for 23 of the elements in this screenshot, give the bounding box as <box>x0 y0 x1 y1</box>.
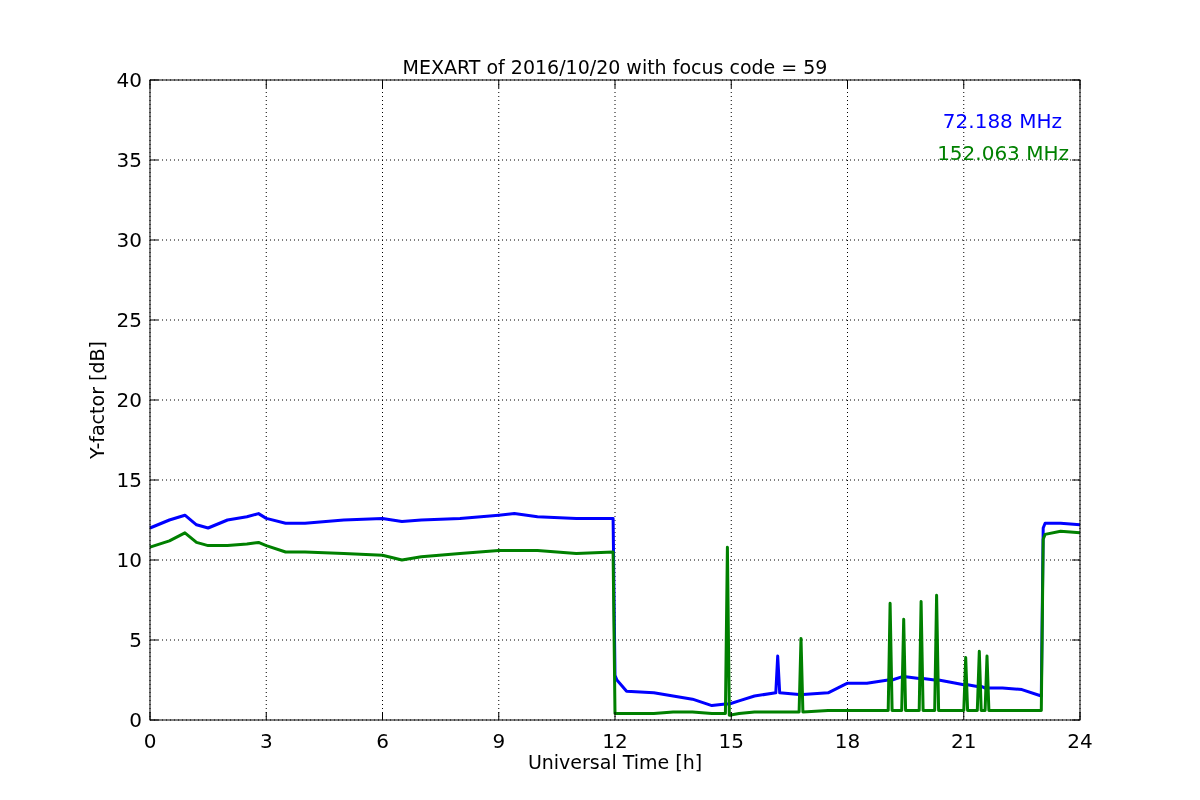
x-tick-label: 3 <box>259 729 273 753</box>
x-tick-label: 12 <box>602 729 628 753</box>
x-tick-label: 15 <box>718 729 744 753</box>
y-axis-label: Y-factor [dB] <box>86 341 108 459</box>
y-tick-label: 30 <box>116 228 142 252</box>
y-tick-label: 10 <box>116 548 142 572</box>
x-tick-label: 24 <box>1067 729 1093 753</box>
x-tick-label: 18 <box>834 729 861 753</box>
chart-title: MEXART of 2016/10/20 with focus code = 59 <box>402 56 828 78</box>
x-axis-label: Universal Time [h] <box>527 751 703 773</box>
x-tick-label: 9 <box>492 729 506 753</box>
y-tick-label: 25 <box>116 308 142 332</box>
y-tick-label: 35 <box>116 148 142 172</box>
x-tick-label: 6 <box>376 729 389 753</box>
y-tick-label: 40 <box>116 68 142 92</box>
x-tick-label: 0 <box>143 729 157 753</box>
y-tick-label: 15 <box>116 468 142 492</box>
legend-label: 72.188 MHz <box>942 109 1062 133</box>
x-tick-label: 21 <box>951 729 977 753</box>
legend-label: 152.063 MHz <box>937 141 1069 165</box>
y-tick-label: 20 <box>116 388 142 412</box>
y-tick-label: 5 <box>129 628 142 652</box>
y-tick-label: 0 <box>129 708 142 732</box>
